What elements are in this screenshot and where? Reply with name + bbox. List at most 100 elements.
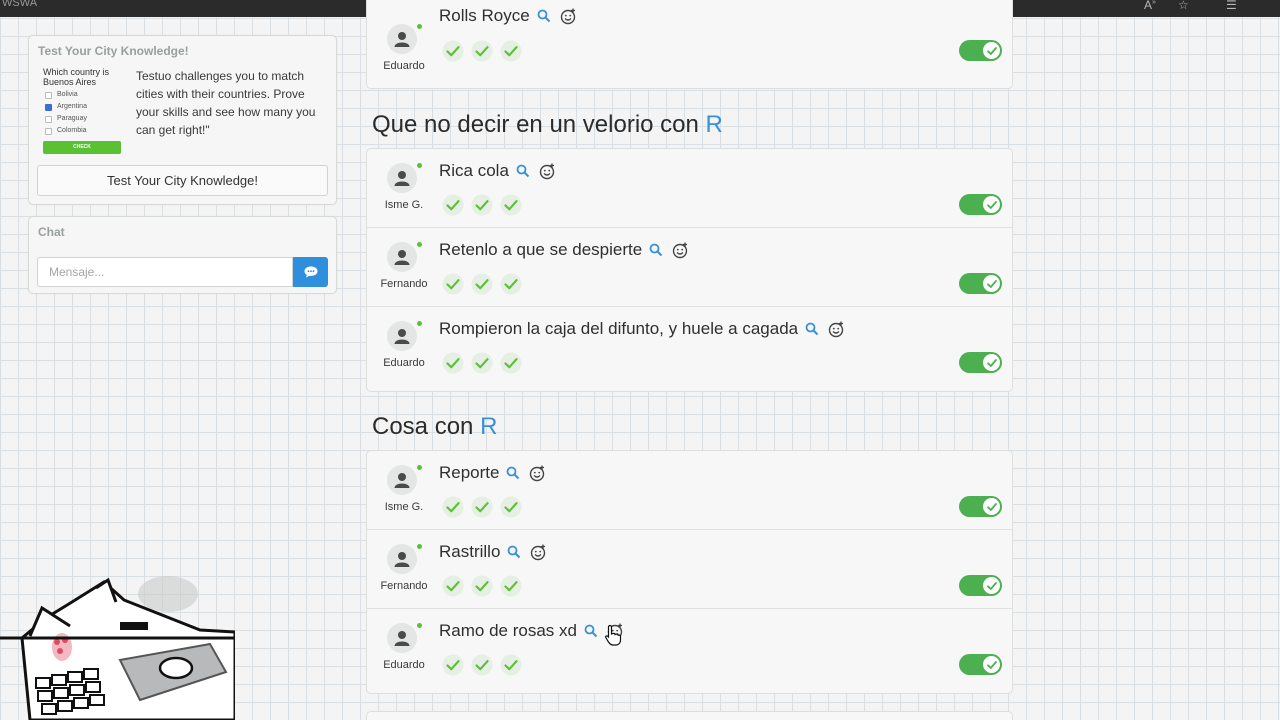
check-icon[interactable] — [442, 496, 464, 518]
chat-message-input[interactable] — [37, 257, 293, 287]
search-icon[interactable] — [649, 243, 663, 257]
check-icon[interactable] — [442, 273, 464, 295]
chat-send-button[interactable] — [293, 257, 328, 287]
check-icon — [986, 200, 997, 209]
check-icon[interactable] — [500, 273, 522, 295]
avatar — [387, 242, 417, 272]
search-icon[interactable] — [805, 322, 819, 336]
user-name: Eduardo — [383, 60, 425, 72]
toggle-knob — [983, 656, 1000, 673]
checkbox-icon — [45, 115, 52, 123]
online-status-dot — [417, 544, 422, 549]
search-icon[interactable] — [584, 624, 598, 638]
favorites-icon[interactable]: ☰ — [1226, 0, 1237, 12]
add-reaction-icon[interactable] — [828, 321, 845, 338]
user-name: Eduardo — [383, 659, 425, 671]
answer-row: Isme G. Reporte — [367, 451, 1012, 530]
check-icon[interactable] — [471, 352, 493, 374]
quiz-preview-question: Which country is Buenos Aires — [43, 67, 110, 87]
answer-text: Rastrillo — [439, 542, 501, 561]
check-icon[interactable] — [471, 40, 493, 62]
toggle-knob — [983, 498, 1000, 515]
valid-toggle[interactable] — [959, 575, 1002, 596]
checkbox-checked-icon — [45, 103, 52, 111]
vote-checks — [442, 40, 529, 62]
online-status-dot — [417, 163, 422, 168]
valid-toggle[interactable] — [959, 654, 1002, 675]
toggle-knob — [983, 577, 1000, 594]
add-reaction-icon[interactable] — [672, 242, 689, 259]
check-icon[interactable] — [471, 496, 493, 518]
check-icon[interactable] — [471, 273, 493, 295]
answer-text: Rolls Royce — [439, 6, 530, 25]
chat-title: Chat — [38, 225, 65, 239]
vote-checks — [442, 194, 529, 216]
check-icon[interactable] — [442, 575, 464, 597]
check-icon[interactable] — [471, 575, 493, 597]
search-icon[interactable] — [516, 164, 530, 178]
search-icon[interactable] — [537, 9, 551, 23]
valid-toggle[interactable] — [959, 496, 1002, 517]
answer-text: Ramo de rosas xd — [439, 621, 577, 640]
toggle-knob — [983, 354, 1000, 371]
add-reaction-icon[interactable] — [560, 8, 577, 25]
user-icon — [394, 32, 410, 47]
check-icon[interactable] — [442, 654, 464, 676]
user-name: Eduardo — [383, 357, 425, 369]
city-quiz-card: Test Your City Knowledge! Which country … — [28, 35, 337, 205]
answer-row: Eduardo Rolls Royce — [367, 6, 1012, 89]
quiz-preview-option: Bolivia — [45, 89, 123, 101]
answer-group-card: Isme G. Reporte Fernando Rastrillo Eduar… — [366, 450, 1013, 694]
check-icon — [986, 581, 997, 590]
category-heading: Que no decir en un velorio con R — [372, 111, 723, 138]
star-icon[interactable]: ☆ — [1178, 0, 1189, 12]
answer-text: Rica cola — [439, 161, 509, 180]
search-icon[interactable] — [507, 545, 521, 559]
check-icon — [986, 46, 997, 55]
check-icon[interactable] — [471, 194, 493, 216]
answer-group-card: Eduardo Rolls Royce — [366, 0, 1013, 89]
vote-checks — [442, 496, 529, 518]
search-icon[interactable] — [506, 466, 520, 480]
check-icon — [986, 279, 997, 288]
vote-checks — [442, 654, 529, 676]
vote-checks — [442, 273, 529, 295]
answer-group-card: Isme G. Rica cola Fernando Retenlo a que… — [366, 148, 1013, 392]
check-icon[interactable] — [442, 40, 464, 62]
check-icon[interactable] — [500, 496, 522, 518]
user-name: Fernando — [380, 278, 428, 290]
check-icon[interactable] — [471, 654, 493, 676]
add-reaction-icon[interactable] — [539, 163, 556, 180]
check-icon[interactable] — [500, 352, 522, 374]
toggle-knob — [983, 196, 1000, 213]
valid-toggle[interactable] — [959, 273, 1002, 294]
category-letter: R — [705, 111, 723, 138]
next-group-card — [366, 711, 1013, 720]
valid-toggle[interactable] — [959, 40, 1002, 61]
toggle-knob — [983, 275, 1000, 292]
category-heading: Cosa con R — [372, 413, 498, 440]
add-reaction-icon[interactable] — [529, 465, 546, 482]
checkbox-icon — [45, 127, 52, 135]
online-status-dot — [417, 24, 422, 29]
check-icon[interactable] — [500, 40, 522, 62]
check-icon[interactable] — [500, 654, 522, 676]
check-icon[interactable] — [442, 194, 464, 216]
check-icon — [986, 502, 997, 511]
avatar — [387, 544, 417, 574]
test-city-knowledge-button[interactable]: Test Your City Knowledge! — [37, 165, 328, 196]
text-size-icon[interactable]: A» — [1144, 0, 1156, 12]
check-icon[interactable] — [442, 352, 464, 374]
cat-mascot-overlay — [0, 576, 235, 720]
valid-toggle[interactable] — [959, 352, 1002, 373]
online-status-dot — [417, 242, 422, 247]
avatar — [387, 321, 417, 351]
valid-toggle[interactable] — [959, 194, 1002, 215]
add-reaction-icon[interactable] — [530, 544, 547, 561]
user-name: Isme G. — [384, 501, 424, 513]
check-icon[interactable] — [500, 194, 522, 216]
check-icon[interactable] — [500, 575, 522, 597]
chat-card: Chat — [28, 216, 337, 294]
avatar — [387, 623, 417, 653]
quiz-preview-option: Argentina — [45, 101, 123, 113]
